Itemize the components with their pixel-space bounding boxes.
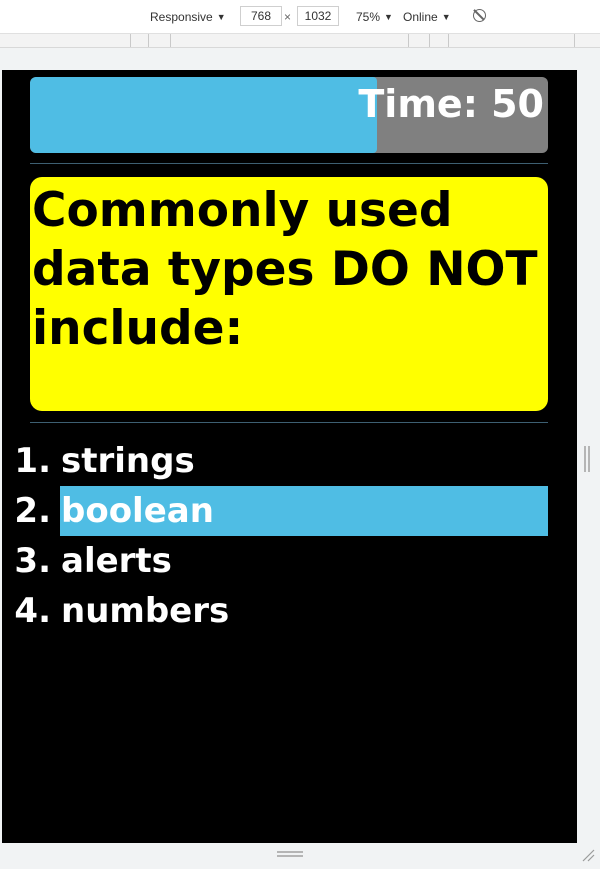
viewport-resize-handle[interactable]	[584, 446, 590, 472]
answer-option[interactable]: alerts	[60, 536, 548, 586]
rotate-icon[interactable]	[473, 9, 486, 22]
chevron-down-icon: ▼	[216, 12, 226, 22]
answer-item: 1. strings	[2, 436, 577, 486]
answer-number: 2.	[14, 491, 51, 531]
answer-item: 2. boolean	[2, 486, 577, 536]
answer-option[interactable]: strings	[60, 436, 548, 486]
ruler-marker	[408, 34, 409, 47]
emulated-viewport: Time: 50 Commonly used data types DO NOT…	[2, 70, 577, 843]
resize-grip-icon[interactable]	[581, 848, 595, 862]
ruler-marker	[130, 34, 131, 47]
chevron-down-icon: ▼	[441, 12, 451, 22]
viewport-resize-handle[interactable]	[277, 851, 303, 857]
answer-option[interactable]: boolean	[60, 486, 548, 536]
timer-bar: Time: 50	[30, 77, 548, 153]
timer-progress-fill	[30, 77, 378, 153]
answer-item: 4. numbers	[2, 586, 577, 636]
question-box: Commonly used data types DO NOT include:	[30, 177, 548, 411]
zoom-select-label: 75%	[356, 10, 381, 24]
network-throttle-select[interactable]: Online ▼	[403, 9, 451, 25]
dimension-separator: ×	[284, 10, 292, 24]
answer-number: 3.	[14, 541, 51, 581]
answer-number: 4.	[14, 591, 51, 631]
chevron-down-icon: ▼	[384, 12, 393, 22]
answer-item: 3. alerts	[2, 536, 577, 586]
media-query-ruler[interactable]	[0, 34, 600, 48]
device-select[interactable]: Responsive ▼	[150, 9, 226, 25]
ruler-marker	[574, 34, 575, 47]
width-input[interactable]: 768	[240, 6, 282, 26]
ruler-marker	[148, 34, 149, 47]
ruler-marker	[448, 34, 449, 47]
device-select-label: Responsive	[150, 10, 213, 24]
divider	[30, 422, 548, 423]
device-toolbar: Responsive ▼ 768 × 1032 75% ▼ Online ▼	[0, 0, 600, 34]
height-input[interactable]: 1032	[297, 6, 339, 26]
divider	[30, 163, 548, 164]
network-throttle-label: Online	[403, 10, 438, 24]
ruler-marker	[170, 34, 171, 47]
timer-label: Time: 50	[358, 82, 544, 126]
answer-list: 1. strings 2. boolean 3. alerts 4. numbe…	[2, 436, 577, 636]
zoom-select[interactable]: 75% ▼	[356, 9, 393, 25]
answer-number: 1.	[14, 441, 51, 481]
question-text: Commonly used data types DO NOT include:	[32, 183, 538, 356]
ruler-marker	[429, 34, 430, 47]
answer-option[interactable]: numbers	[60, 586, 548, 636]
